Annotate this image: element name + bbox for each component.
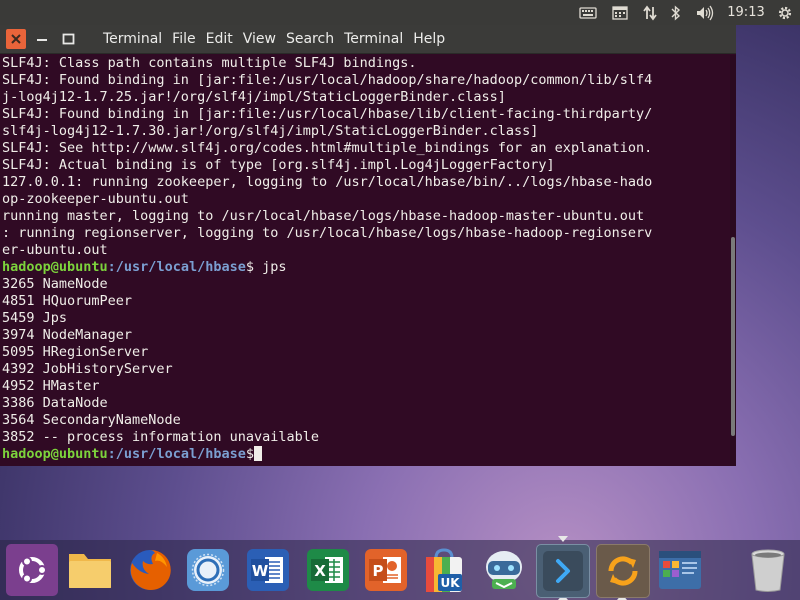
menu-terminal-app[interactable]: Terminal bbox=[98, 25, 167, 53]
menu-file[interactable]: File bbox=[167, 25, 200, 53]
close-icon bbox=[11, 34, 21, 44]
output-line: op-zookeeper-ubuntu.out bbox=[2, 191, 189, 207]
active-window-marker bbox=[558, 536, 568, 542]
output-line: j-log4j12-1.7.25.jar!/org/slf4j/impl/Sta… bbox=[2, 89, 506, 105]
output-line: SLF4J: Found binding in [jar:file:/usr/l… bbox=[2, 106, 653, 122]
minimize-button[interactable] bbox=[32, 29, 52, 49]
robot-icon bbox=[486, 551, 522, 589]
power-gear-icon[interactable] bbox=[775, 0, 795, 25]
output-line: SLF4J: See http://www.slf4j.org/codes.ht… bbox=[2, 140, 653, 156]
software-center-icon bbox=[187, 549, 229, 591]
terminal-window[interactable]: Terminal File Edit View Search Terminal … bbox=[0, 25, 736, 466]
jps-line: 3265 NameNode bbox=[2, 276, 108, 292]
window-titlebar[interactable]: Terminal File Edit View Search Terminal … bbox=[0, 25, 736, 54]
word-icon: W bbox=[247, 549, 289, 591]
shopping-bag-icon: UK bbox=[426, 548, 462, 592]
maximize-button[interactable] bbox=[58, 29, 78, 49]
jps-line: 4952 HMaster bbox=[2, 378, 100, 394]
menu-search[interactable]: Search bbox=[281, 25, 339, 53]
menu-help[interactable]: Help bbox=[408, 25, 450, 53]
powerpoint-icon-label: P bbox=[373, 562, 384, 580]
minimize-icon bbox=[37, 39, 47, 41]
network-arrows-icon[interactable] bbox=[640, 0, 660, 25]
excel-icon-label: X bbox=[314, 562, 326, 580]
calendar-icon[interactable] bbox=[610, 0, 630, 25]
prompt-user-host: hadoop@ubuntu bbox=[2, 259, 108, 275]
output-line: er-ubuntu.out bbox=[2, 242, 108, 258]
output-line: slf4j-log4j12-1.7.30.jar!/org/slf4j/impl… bbox=[2, 123, 539, 139]
dock-item-robot[interactable] bbox=[478, 544, 530, 596]
dock-item-window-manager[interactable] bbox=[654, 544, 706, 596]
output-line: SLF4J: Found binding in [jar:file:/usr/l… bbox=[2, 72, 653, 88]
dock-item-updater[interactable] bbox=[596, 544, 650, 598]
prompt-line: hadoop@ubuntu:/usr/local/hbase$ jps bbox=[0, 259, 730, 276]
menubar: Terminal File Edit View Search Terminal … bbox=[98, 25, 450, 53]
final-prompt-line[interactable]: hadoop@ubuntu:/usr/local/hbase$ bbox=[0, 446, 730, 463]
output-line: SLF4J: Class path contains multiple SLF4… bbox=[2, 55, 417, 71]
jps-line: 5459 Jps bbox=[2, 310, 68, 326]
word-icon-label: W bbox=[252, 562, 269, 580]
files-folder-icon bbox=[69, 554, 111, 588]
prompt-user-host: hadoop@ubuntu bbox=[2, 446, 108, 462]
prompt-path: :/usr/local/hbase bbox=[107, 446, 246, 462]
prompt-symbol: $ bbox=[245, 259, 263, 275]
menu-terminal[interactable]: Terminal bbox=[339, 25, 408, 53]
output-line: SLF4J: Actual binding is of type [org.sl… bbox=[2, 157, 555, 173]
menu-view[interactable]: View bbox=[238, 25, 281, 53]
window-manager-icon bbox=[659, 551, 701, 589]
prompt-path: :/usr/local/hbase bbox=[107, 259, 246, 275]
text-cursor bbox=[253, 446, 262, 461]
shopping-bag-label: UK bbox=[440, 576, 460, 590]
scrollbar-thumb[interactable] bbox=[731, 237, 735, 436]
dock-item-trash[interactable] bbox=[742, 544, 794, 596]
jps-line: 3974 NodeManager bbox=[2, 327, 133, 343]
dock-item-files[interactable] bbox=[64, 544, 116, 596]
clock[interactable]: 19:13 bbox=[724, 0, 768, 25]
terminal-icon bbox=[543, 551, 583, 591]
top-panel: 19:13 bbox=[0, 0, 800, 25]
dock-item-firefox[interactable] bbox=[124, 544, 176, 596]
prompt-command: jps bbox=[262, 259, 287, 275]
jps-line: 3852 -- process information unavailable bbox=[2, 429, 319, 445]
jps-line: 3386 DataNode bbox=[2, 395, 108, 411]
powerpoint-icon: P bbox=[365, 549, 407, 591]
ubuntu-launcher-icon bbox=[19, 556, 47, 584]
dock-item-terminal[interactable] bbox=[536, 544, 590, 598]
maximize-icon bbox=[62, 33, 74, 45]
prompt-symbol: $ bbox=[245, 446, 254, 462]
dock-item-excel[interactable]: X bbox=[302, 544, 354, 596]
dock-item-shopping[interactable]: UK bbox=[418, 544, 470, 596]
firefox-icon bbox=[130, 549, 171, 590]
menu-edit[interactable]: Edit bbox=[201, 25, 238, 53]
jps-line: 4392 JobHistoryServer bbox=[2, 361, 173, 377]
jps-line: 5095 HRegionServer bbox=[2, 344, 149, 360]
output-line: : running regionserver, logging to /usr/… bbox=[2, 225, 653, 241]
bluetooth-icon[interactable] bbox=[668, 0, 684, 25]
close-button[interactable] bbox=[6, 29, 26, 49]
jps-line: 4851 HQuorumPeer bbox=[2, 293, 133, 309]
output-line: running master, logging to /usr/local/hb… bbox=[2, 208, 645, 224]
terminal-output[interactable]: SLF4J: Class path contains multiple SLF4… bbox=[0, 55, 730, 466]
software-updater-icon bbox=[608, 556, 638, 586]
dock-item-software-center[interactable] bbox=[182, 544, 234, 596]
excel-icon: X bbox=[307, 549, 349, 591]
dock-item-ubuntu[interactable] bbox=[6, 544, 58, 596]
dock-item-powerpoint[interactable]: P bbox=[360, 544, 412, 596]
keyboard-icon[interactable] bbox=[578, 0, 598, 25]
dock-item-word[interactable]: W bbox=[242, 544, 294, 596]
output-line: 127.0.0.1: running zookeeper, logging to… bbox=[2, 174, 653, 190]
clock-text: 19:13 bbox=[727, 5, 765, 20]
trash-icon bbox=[751, 549, 785, 592]
volume-icon[interactable] bbox=[694, 0, 716, 25]
jps-line: 3564 SecondaryNameNode bbox=[2, 412, 181, 428]
